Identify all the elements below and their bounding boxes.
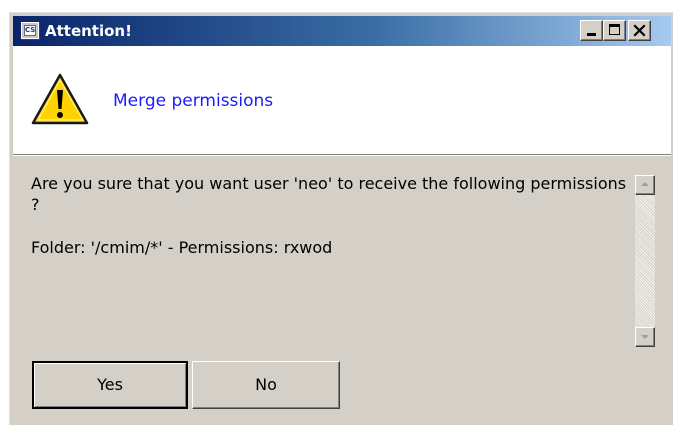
maximize-button[interactable] — [603, 20, 626, 41]
yes-button[interactable]: Yes — [32, 361, 188, 409]
minimize-button[interactable] — [580, 20, 603, 41]
app-icon-label: CS — [24, 25, 36, 36]
header-panel: Merge permissions — [13, 46, 671, 155]
attention-dialog: CS Attention! Merge permissions Are you … — [9, 12, 673, 425]
permission-detail: Folder: '/cmim/*' - Permissions: rxwod — [31, 238, 333, 257]
scroll-up-button[interactable] — [635, 175, 655, 195]
header-title: Merge permissions — [113, 91, 274, 111]
maximize-icon — [609, 24, 620, 35]
minimize-icon — [587, 33, 596, 36]
vertical-scrollbar[interactable] — [635, 175, 655, 347]
no-button[interactable]: No — [192, 361, 340, 409]
arrow-down-icon — [641, 335, 649, 339]
title-bar[interactable]: CS Attention! — [13, 16, 671, 46]
close-icon — [633, 24, 646, 37]
window-title: Attention! — [45, 22, 132, 40]
scroll-down-button[interactable] — [635, 327, 655, 347]
message-text: Are you sure that you want user 'neo' to… — [31, 173, 631, 258]
arrow-up-icon — [641, 182, 649, 186]
confirmation-question: Are you sure that you want user 'neo' to… — [31, 174, 627, 214]
close-button[interactable] — [628, 20, 651, 41]
app-icon[interactable]: CS — [21, 22, 39, 39]
warning-icon — [31, 73, 89, 125]
